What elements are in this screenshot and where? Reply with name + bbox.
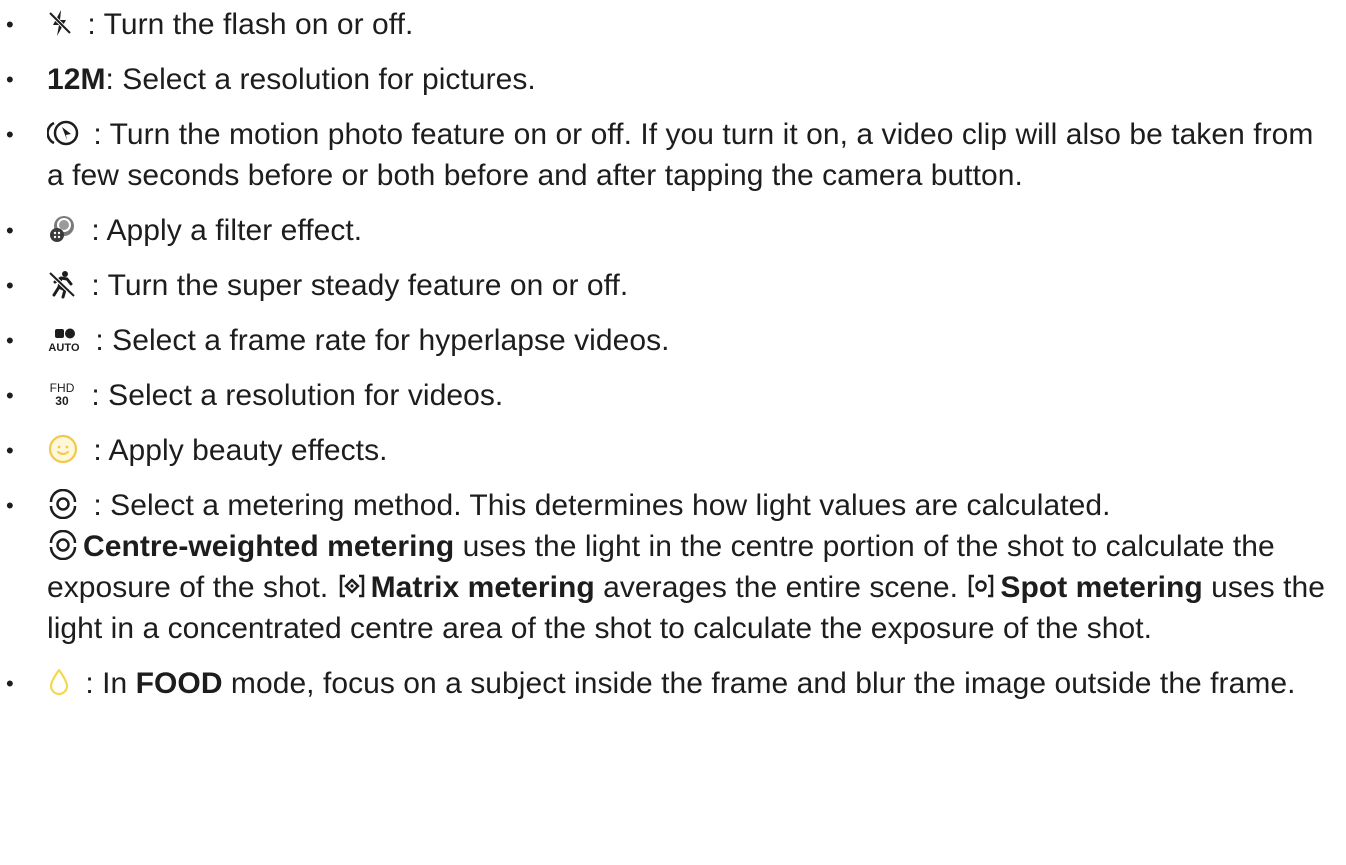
item-text: Select a metering method. This determine… [110, 489, 1111, 522]
bullet: • [6, 12, 14, 37]
bullet: • [6, 328, 14, 353]
list-item-motion-photo: • : Turn the motion photo feature on or … [0, 114, 1346, 196]
video-resolution-icon: FHD 30 [47, 379, 77, 409]
camera-settings-list: • : Turn the flash on or off. • 12M: Sel… [0, 0, 1346, 704]
bullet: • [6, 122, 14, 147]
item-text: Turn the super steady feature on or off. [107, 269, 629, 302]
bullet: • [6, 383, 14, 408]
matrix-metering-text: averages the entire scene. [594, 571, 967, 604]
separator: : [87, 324, 113, 357]
matrix-metering-icon [337, 571, 367, 601]
food-focus-icon [47, 667, 71, 697]
list-item-beauty: • : Apply beauty effects. [0, 430, 1346, 471]
list-item-super-steady: • : Turn the super steady feature on or … [0, 265, 1346, 306]
item-text: Select a resolution for pictures. [122, 63, 536, 96]
separator: : [85, 434, 109, 467]
motion-photo-icon [47, 118, 79, 148]
flash-off-icon [47, 8, 73, 38]
list-item-food-focus: • : In FOOD mode, focus on a subject ins… [0, 663, 1346, 704]
spot-metering-label: Spot metering [1000, 571, 1203, 604]
frame-rate-auto-icon: AUTO [47, 324, 81, 354]
list-item-metering: • : Select a metering method. This deter… [0, 485, 1346, 649]
bullet: • [6, 671, 14, 696]
separator: : [79, 8, 104, 41]
bullet: • [6, 493, 14, 518]
item-text: Select a frame rate for hyperlapse video… [112, 324, 670, 357]
bullet: • [6, 438, 14, 463]
bullet: • [6, 218, 14, 243]
spot-metering-icon [966, 571, 996, 601]
fps-label: 30 [55, 394, 69, 408]
item-text: Select a resolution for videos. [108, 379, 504, 412]
centre-weighted-label: Centre-weighted metering [83, 530, 455, 563]
list-item-video-resolution: • FHD 30 : Select a resolution for video… [0, 375, 1346, 416]
separator: : [83, 379, 109, 412]
item-text: Apply beauty effects. [108, 434, 388, 467]
filter-icon [47, 214, 77, 244]
auto-label: AUTO [48, 342, 80, 354]
item-text: Apply a filter effect. [106, 214, 363, 247]
item-text-before: In [102, 667, 136, 700]
item-text-after: mode, focus on a subject inside the fram… [222, 667, 1296, 700]
beauty-icon [47, 434, 79, 464]
list-item-flash: • : Turn the flash on or off. [0, 4, 1346, 45]
item-text: Turn the flash on or off. [103, 8, 414, 41]
separator: : [83, 214, 107, 247]
matrix-metering-label: Matrix metering [370, 571, 595, 604]
separator: : [85, 489, 111, 522]
super-steady-icon [47, 269, 77, 299]
fhd-label: FHD [50, 381, 75, 395]
separator: : [77, 667, 103, 700]
food-mode-label: FOOD [135, 667, 223, 700]
bullet: • [6, 67, 14, 92]
separator: : [105, 63, 123, 96]
centre-weighted-metering-icon [47, 530, 79, 561]
list-item-filter: • : Apply a filter effect. [0, 210, 1346, 251]
list-item-frame-rate: • AUTO : Select a frame rate for hyperla… [0, 320, 1346, 361]
separator: : [83, 269, 108, 302]
list-item-resolution: • 12M: Select a resolution for pictures. [0, 59, 1346, 100]
separator: : [85, 118, 110, 151]
bullet: • [6, 273, 14, 298]
resolution-label: 12M [47, 63, 106, 96]
metering-icon [47, 489, 79, 520]
item-text: Turn the motion photo feature on or off.… [47, 118, 1314, 192]
